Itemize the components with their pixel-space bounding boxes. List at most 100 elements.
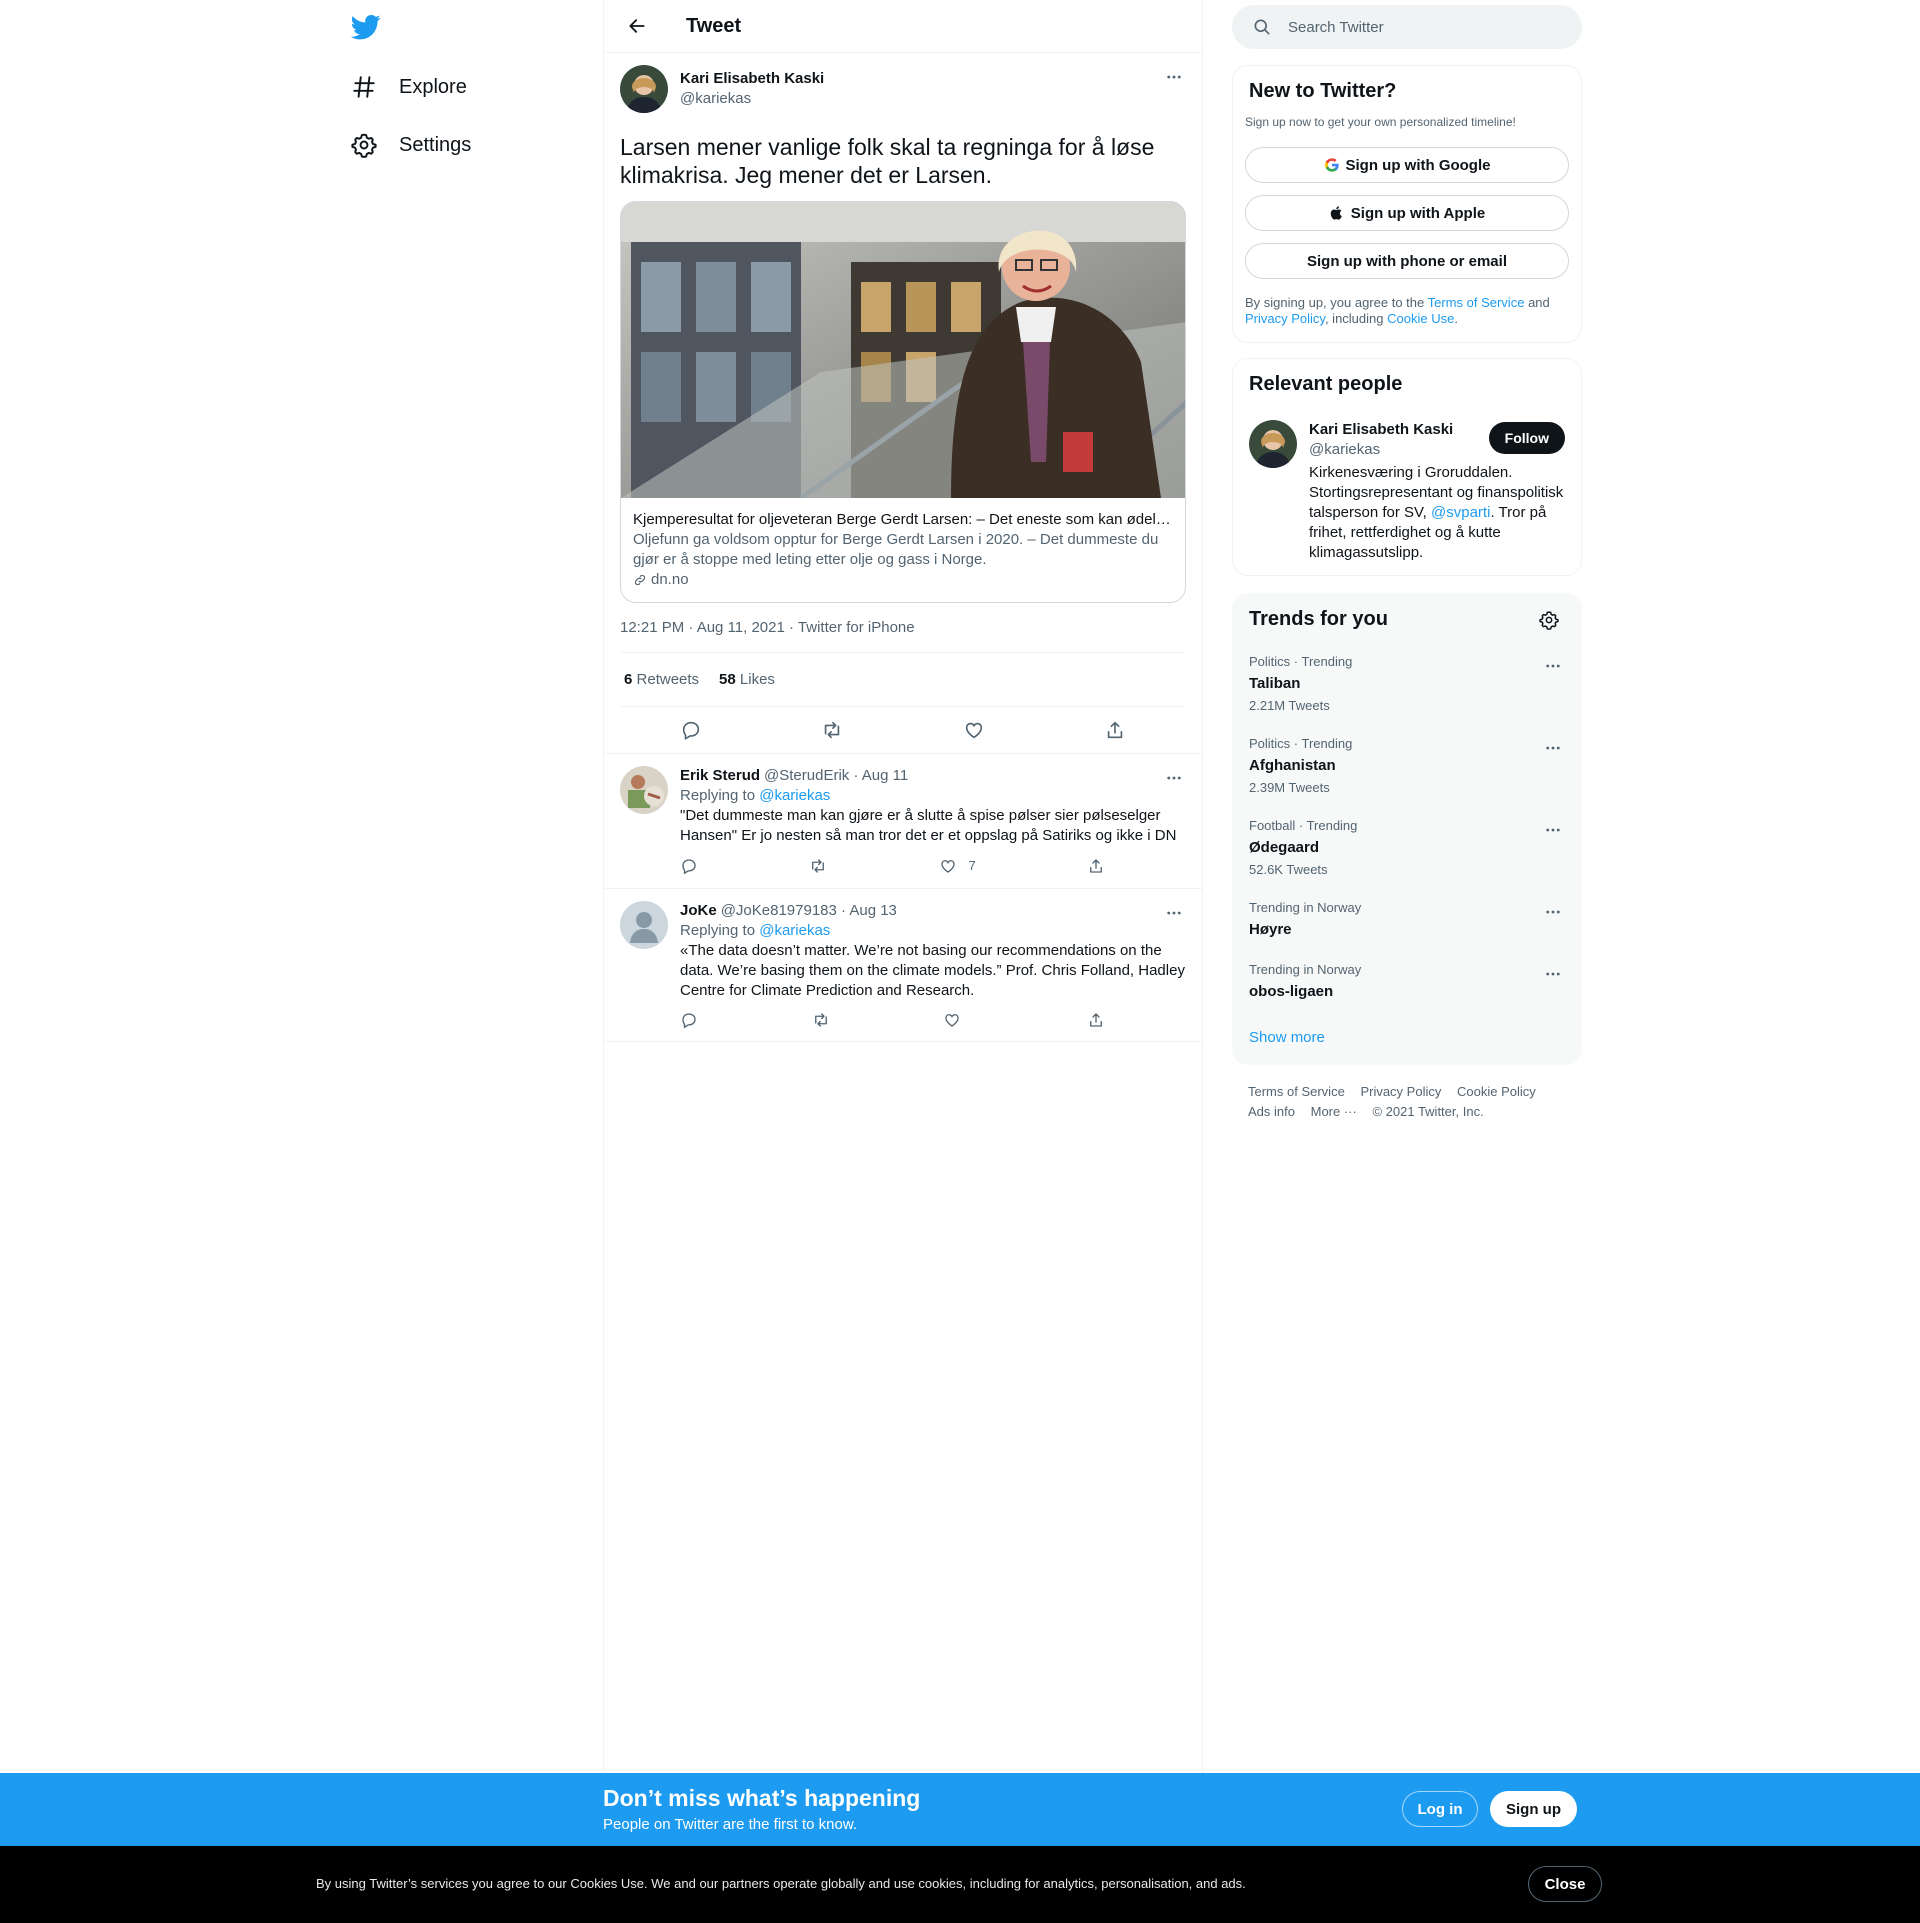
more-options-button[interactable] — [1541, 654, 1565, 678]
trend-item[interactable]: Trending in Norway obos-ligaen — [1249, 962, 1565, 1002]
footer-ads[interactable]: Ads info — [1248, 1102, 1295, 1122]
replying-to-link[interactable]: @kariekas — [759, 787, 830, 804]
more-dots-icon — [1167, 776, 1181, 780]
person-name[interactable]: Kari Elisabeth Kaski — [1309, 420, 1453, 440]
like-count: 7 — [968, 858, 976, 873]
reply-text: "Det dummeste man kan gjøre er å slutte … — [680, 807, 1177, 844]
more-dots-icon — [1546, 746, 1560, 750]
replying-to-link[interactable]: @kariekas — [759, 922, 830, 939]
likes-stat[interactable]: 58 Likes — [719, 671, 775, 688]
like-icon[interactable] — [962, 718, 986, 742]
trends-settings-button[interactable] — [1539, 610, 1559, 630]
avatar[interactable] — [620, 766, 668, 814]
avatar[interactable] — [620, 65, 668, 113]
reply-icon[interactable] — [680, 856, 698, 876]
trend-item[interactable]: Politics · Trending Taliban 2.21M Tweets — [1249, 654, 1565, 714]
card-domain: dn.no — [633, 570, 1173, 590]
person-handle[interactable]: @kariekas — [1309, 440, 1453, 460]
signup-apple-button[interactable]: Sign up with Apple — [1245, 195, 1569, 231]
like-icon — [940, 860, 955, 873]
more-dots-icon — [1546, 972, 1560, 976]
panel-subtitle: Sign up now to get your own personalized… — [1245, 115, 1516, 129]
author-handle[interactable]: @kariekas — [680, 89, 824, 109]
retweet-icon[interactable] — [820, 718, 844, 742]
signup-phone-email-button[interactable]: Sign up with phone or email — [1245, 243, 1569, 279]
like-button[interactable]: 7 — [939, 856, 976, 876]
like-icon — [945, 1014, 959, 1027]
twitter-logo-icon[interactable] — [351, 12, 381, 42]
reply-icon[interactable] — [679, 718, 703, 742]
signup-google-button[interactable]: Sign up with Google — [1245, 147, 1569, 183]
more-options-button[interactable] — [1541, 962, 1565, 986]
cookie-close-button[interactable]: Close — [1528, 1866, 1602, 1902]
avatar[interactable] — [1249, 420, 1297, 468]
hashtag-icon — [351, 74, 377, 100]
reply-tweet[interactable]: Erik Sterud @SterudErik · Aug 11 Replyin… — [604, 754, 1202, 889]
main-tweet: Kari Elisabeth Kaski @kariekas Larsen me… — [604, 53, 1202, 754]
trend-item[interactable]: Trending in Norway Høyre — [1249, 900, 1565, 940]
trend-item[interactable]: Politics · Trending Afghanistan 2.39M Tw… — [1249, 736, 1565, 796]
reply-author-name[interactable]: Erik Sterud — [680, 766, 760, 786]
retweets-stat[interactable]: 6 Retweets — [624, 671, 699, 688]
tweet-stats: 6 Retweets 58 Likes — [620, 653, 1186, 707]
terms-link[interactable]: Terms of Service — [1428, 295, 1525, 310]
like-button[interactable] — [943, 1011, 973, 1029]
cookie-link[interactable]: Cookie Use — [1387, 311, 1454, 326]
share-icon[interactable] — [1103, 718, 1127, 742]
more-options-button[interactable] — [1162, 901, 1186, 925]
link-card[interactable]: Kjemperesultat for oljeveteran Berge Ger… — [620, 201, 1186, 603]
search-placeholder: Search Twitter — [1288, 18, 1384, 36]
footer-cookie[interactable]: Cookie Policy — [1457, 1082, 1536, 1102]
signup-banner: Don’t miss what’s happening People on Tw… — [0, 1773, 1920, 1846]
cookie-banner: By using Twitter’s services you agree to… — [0, 1846, 1920, 1923]
nav-settings-label: Settings — [399, 133, 472, 156]
retweet-icon[interactable] — [809, 856, 827, 876]
privacy-link[interactable]: Privacy Policy — [1245, 311, 1325, 326]
more-dots-icon — [1167, 75, 1181, 79]
tweet-timestamp[interactable]: 12:21 PM · Aug 11, 2021 · Twitter for iP… — [620, 619, 1186, 653]
apple-icon — [1330, 206, 1342, 220]
footer-more[interactable]: More ··· — [1311, 1102, 1357, 1122]
login-button[interactable]: Log in — [1402, 1791, 1478, 1827]
reply-icon[interactable] — [680, 1011, 698, 1029]
reply-meta[interactable]: @SterudErik · Aug 11 — [764, 766, 908, 786]
back-button[interactable] — [620, 9, 654, 43]
reply-meta[interactable]: @JoKe81979183 · Aug 13 — [721, 901, 897, 921]
reply-text: «The data doesn’t matter. We’re not basi… — [680, 942, 1185, 999]
more-options-button[interactable] — [1162, 766, 1186, 790]
footer-terms[interactable]: Terms of Service — [1248, 1082, 1345, 1102]
retweet-icon[interactable] — [812, 1011, 830, 1029]
panel-title: New to Twitter? — [1249, 80, 1397, 102]
share-icon[interactable] — [1087, 856, 1105, 876]
panel-title: Trends for you — [1249, 608, 1388, 630]
more-options-button[interactable] — [1541, 900, 1565, 924]
default-avatar[interactable] — [620, 901, 668, 949]
gear-icon — [1539, 611, 1559, 630]
reply-actions — [680, 1011, 1105, 1029]
trend-item[interactable]: Football · Trending Ødegaard 52.6K Tweet… — [1249, 818, 1565, 878]
nav-settings[interactable]: Settings — [351, 125, 471, 165]
author-name[interactable]: Kari Elisabeth Kaski — [680, 69, 824, 89]
search-input[interactable]: Search Twitter — [1232, 5, 1582, 49]
replying-to: Replying to @kariekas — [680, 922, 831, 939]
page-header: Tweet — [604, 0, 1202, 53]
banner-title: Don’t miss what’s happening — [603, 1785, 921, 1811]
main-column: Tweet Kari Elisabeth Kaski @kariekas Lar… — [603, 0, 1203, 1923]
more-options-button[interactable] — [1541, 736, 1565, 760]
signup-button[interactable]: Sign up — [1490, 1791, 1577, 1827]
share-icon[interactable] — [1087, 1011, 1105, 1029]
gear-icon — [351, 132, 377, 158]
nav-explore[interactable]: Explore — [351, 67, 467, 107]
show-more-link[interactable]: Show more — [1249, 1029, 1325, 1046]
cookie-text: By using Twitter’s services you agree to… — [316, 1876, 1246, 1891]
footer-links: Terms of Service Privacy Policy Cookie P… — [1248, 1082, 1568, 1122]
footer-privacy[interactable]: Privacy Policy — [1360, 1082, 1441, 1102]
more-options-button[interactable] — [1541, 818, 1565, 842]
more-options-button[interactable] — [1162, 65, 1186, 89]
reply-author-name[interactable]: JoKe — [680, 901, 717, 921]
banner-subtitle: People on Twitter are the first to know. — [603, 1816, 858, 1833]
bio-mention-link[interactable]: @svparti — [1431, 504, 1490, 521]
follow-button[interactable]: Follow — [1488, 422, 1565, 454]
card-image — [621, 202, 1185, 498]
reply-tweet[interactable]: JoKe @JoKe81979183 · Aug 13 Replying to … — [604, 889, 1202, 1042]
